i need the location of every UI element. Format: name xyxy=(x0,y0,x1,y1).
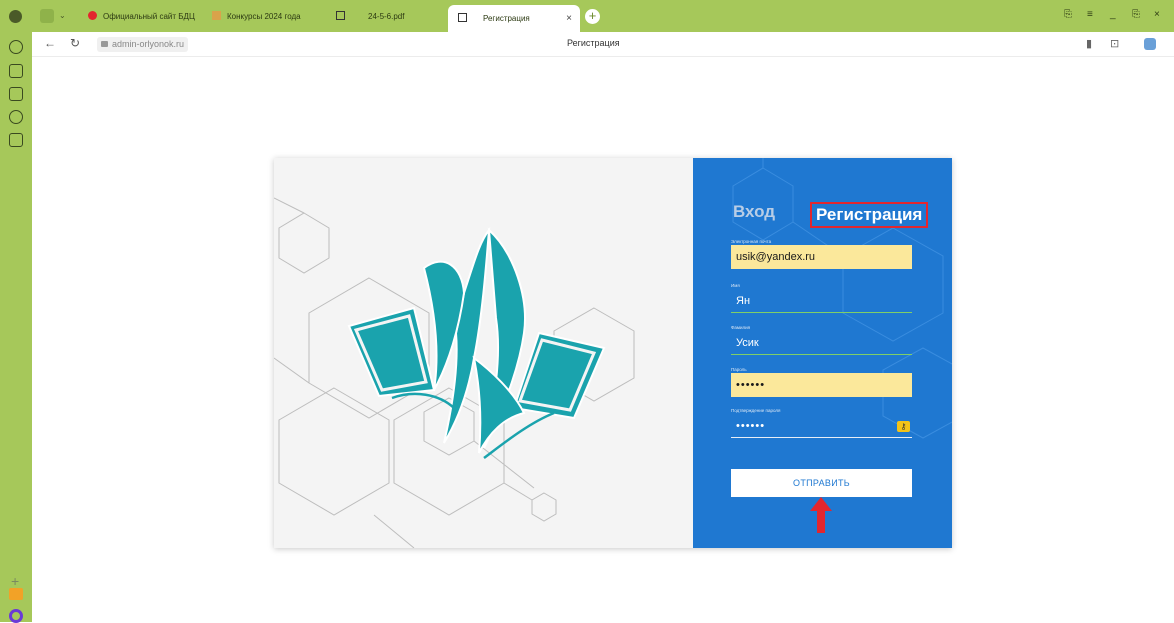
play-icon[interactable] xyxy=(9,110,23,124)
submit-button[interactable]: ОТПРАВИТЬ xyxy=(731,469,912,497)
contests-icon xyxy=(212,11,221,20)
tab-bdc[interactable]: Официальный сайт БДЦ xyxy=(88,7,208,26)
tab-label: Конкурсы 2024 года xyxy=(227,12,301,21)
email-label: Электронная почта xyxy=(731,239,772,244)
tab-pdf[interactable]: 24-5-6.pdf xyxy=(368,7,448,26)
add-panel-icon[interactable]: + xyxy=(11,573,19,589)
extension-icon[interactable] xyxy=(1144,38,1156,50)
url-text: admin-orlyonok.ru xyxy=(112,39,185,49)
tab-group-icon[interactable] xyxy=(40,9,54,23)
registration-card: Вход Регистрация Электронная почта Имя Ф… xyxy=(274,158,952,548)
alice-icon[interactable] xyxy=(9,609,23,623)
email-field[interactable] xyxy=(731,245,912,269)
tab-label: Регистрация xyxy=(483,14,530,23)
document-icon xyxy=(458,13,467,22)
tab-contests[interactable]: Конкурсы 2024 года xyxy=(212,7,322,26)
page-title: Регистрация xyxy=(567,38,620,48)
tab-login[interactable]: Вход xyxy=(733,202,775,222)
mail-icon[interactable] xyxy=(9,588,23,600)
screenshot-icon[interactable] xyxy=(9,133,23,147)
opera-icon xyxy=(88,11,97,20)
email-field-group: Электронная почта xyxy=(731,238,912,269)
back-icon[interactable]: ← xyxy=(44,36,56,50)
minimize-icon[interactable]: _ xyxy=(1110,9,1116,20)
calendar-icon[interactable] xyxy=(9,87,23,101)
pin-icon[interactable]: ⎘ xyxy=(1064,9,1072,20)
profile-icon[interactable] xyxy=(9,10,22,23)
close-window-icon[interactable]: × xyxy=(1154,9,1160,20)
menu-icon[interactable]: ≡ xyxy=(1087,9,1093,20)
last-name-field[interactable] xyxy=(731,331,912,355)
tab-blank[interactable] xyxy=(336,7,356,26)
tab-register[interactable]: Регистрация xyxy=(810,202,929,228)
password-confirm-field-group: Подтверждение пароля ⚷ xyxy=(731,407,912,438)
reload-icon[interactable]: ↻ xyxy=(70,36,80,50)
orlyonok-logo xyxy=(347,226,606,459)
notes-icon[interactable] xyxy=(9,64,23,78)
url-field[interactable]: admin-orlyonok.ru xyxy=(97,37,189,52)
first-name-field[interactable] xyxy=(731,289,912,313)
first-name-field-group: Имя xyxy=(731,282,912,313)
close-icon[interactable]: × xyxy=(566,5,572,32)
password-confirm-label: Подтверждение пароля xyxy=(731,408,781,413)
restore-icon[interactable]: ⎘ xyxy=(1132,9,1140,20)
history-icon[interactable] xyxy=(9,40,23,54)
key-icon[interactable]: ⚷ xyxy=(897,421,910,432)
red-arrow-icon xyxy=(810,497,832,533)
password-field[interactable] xyxy=(731,373,912,397)
chevron-down-icon[interactable]: ⌄ xyxy=(59,11,66,20)
tab-label: 24-5-6.pdf xyxy=(368,12,405,21)
password-field-group: Пароль xyxy=(731,366,912,397)
browser-side-panel: + xyxy=(0,0,32,623)
new-tab-button[interactable]: + xyxy=(585,9,600,24)
form-panel: Вход Регистрация Электронная почта Имя Ф… xyxy=(693,158,952,548)
first-name-label: Имя xyxy=(731,283,740,288)
tab-label: Официальный сайт БДЦ xyxy=(103,12,195,21)
password-confirm-field[interactable] xyxy=(731,414,912,438)
address-bar: ← ↻ admin-orlyonok.ru Регистрация ▮ ⊡ xyxy=(32,32,1174,57)
last-name-field-group: Фамилия xyxy=(731,324,912,355)
tab-registration[interactable]: Регистрация × xyxy=(448,5,580,32)
password-label: Пароль xyxy=(731,367,747,372)
document-icon xyxy=(336,11,345,20)
logo-panel xyxy=(274,158,693,548)
last-name-label: Фамилия xyxy=(731,325,751,330)
reader-icon[interactable]: ⊡ xyxy=(1110,37,1119,50)
tab-bar: ⌄ Официальный сайт БДЦ Конкурсы 2024 год… xyxy=(32,0,1174,32)
lock-icon xyxy=(101,41,108,47)
bookmark-icon[interactable]: ▮ xyxy=(1086,37,1092,50)
